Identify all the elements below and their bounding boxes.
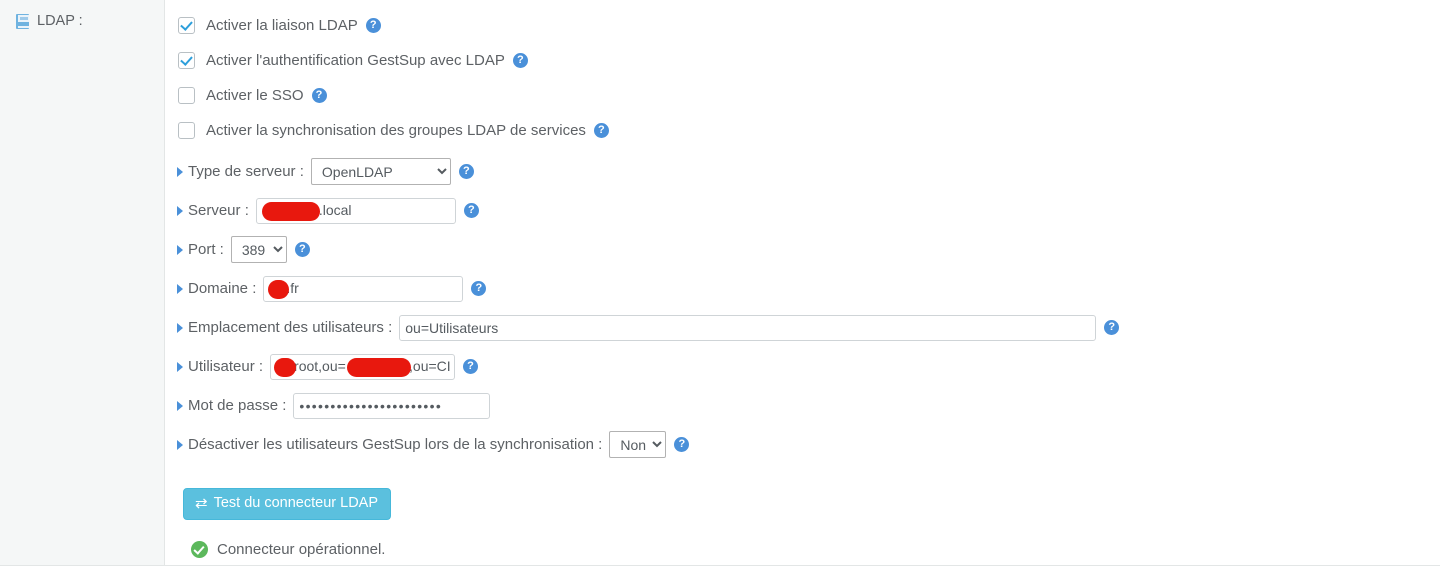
checkbox-row-enable-sso: Activer le SSO ? (177, 78, 1440, 113)
ldap-settings-form: Activer la liaison LDAP ? Activer l'auth… (165, 0, 1440, 565)
checkbox-enable-group-sync[interactable] (178, 122, 195, 139)
select-server-type[interactable]: OpenLDAP (310, 158, 451, 185)
field-label-port: Port : (188, 241, 224, 258)
checkbox-label-enable-group-sync: Activer la synchronisation des groupes L… (206, 122, 586, 139)
field-label-server: Serveur : (188, 202, 249, 219)
help-icon-enable-sso[interactable]: ? (311, 88, 327, 103)
select-port[interactable]: 389 (230, 236, 287, 263)
checkbox-row-enable-gestsup-auth: Activer l'authentification GestSup avec … (177, 43, 1440, 78)
section-label-column: LDAP : (0, 0, 165, 565)
section-title: LDAP : (37, 13, 83, 29)
checkbox-enable-gestsup-auth[interactable] (178, 52, 195, 69)
checkbox-enable-sso[interactable] (178, 87, 195, 104)
help-icon-enable-gestsup-auth[interactable]: ? (512, 53, 528, 68)
ldap-book-icon (16, 13, 30, 29)
caret-right-icon (177, 439, 183, 450)
field-label-password: Mot de passe : (188, 397, 287, 414)
field-row-port: Port : 389 ? (177, 230, 1440, 269)
field-label-domain: Domaine : (188, 280, 257, 297)
connector-status-text: Connecteur opérationnel. (217, 541, 386, 558)
help-icon-enable-group-sync[interactable]: ? (593, 123, 609, 138)
help-icon-enable-ldap-binding[interactable]: ? (365, 18, 381, 33)
help-icon-user[interactable]: ? (463, 359, 479, 374)
caret-right-icon (177, 400, 183, 411)
help-icon-server[interactable]: ? (463, 203, 479, 218)
test-ldap-connector-label: Test du connecteur LDAP (213, 495, 379, 512)
checkbox-row-enable-group-sync: Activer la synchronisation des groupes L… (177, 113, 1440, 148)
test-button-container: ⇄ Test du connecteur LDAP (177, 464, 1440, 520)
field-row-password: Mot de passe : (177, 386, 1440, 425)
caret-right-icon (177, 322, 183, 333)
input-user-location[interactable] (399, 314, 1097, 341)
select-disable-users[interactable]: Non (609, 431, 667, 458)
checkbox-enable-ldap-binding[interactable] (178, 17, 195, 34)
check-circle-icon (191, 541, 208, 558)
help-icon-server-type[interactable]: ? (458, 164, 474, 179)
caret-right-icon (177, 283, 183, 294)
caret-right-icon (177, 166, 183, 177)
swap-arrows-icon: ⇄ (195, 495, 208, 512)
input-user[interactable] (270, 353, 456, 380)
help-icon-user-location[interactable]: ? (1104, 320, 1120, 335)
field-row-domain: Domaine : .fr ? (177, 269, 1440, 308)
checkbox-label-enable-ldap-binding: Activer la liaison LDAP (206, 17, 358, 34)
field-label-server-type: Type de serveur : (188, 163, 304, 180)
input-server[interactable] (255, 197, 456, 224)
field-label-user: Utilisateur : (188, 358, 264, 375)
checkbox-label-enable-gestsup-auth: Activer l'authentification GestSup avec … (206, 52, 505, 69)
help-icon-domain[interactable]: ? (471, 281, 487, 296)
connector-status: Connecteur opérationnel. (191, 541, 1440, 558)
field-row-server: Serveur : .local ? (177, 191, 1440, 230)
caret-right-icon (177, 244, 183, 255)
caret-right-icon (177, 205, 183, 216)
help-icon-disable-users[interactable]: ? (674, 437, 690, 452)
checkbox-label-enable-sso: Activer le SSO (206, 87, 304, 104)
field-row-disable-users: Désactiver les utilisateurs GestSup lors… (177, 425, 1440, 464)
field-row-server-type: Type de serveur : OpenLDAP ? (177, 152, 1440, 191)
test-ldap-connector-button[interactable]: ⇄ Test du connecteur LDAP (183, 488, 392, 520)
input-password[interactable] (293, 392, 491, 419)
field-row-user: Utilisateur : root,ou= ,ou=CI ? (177, 347, 1440, 386)
field-row-user-location: Emplacement des utilisateurs : ? (177, 308, 1440, 347)
ldap-settings-row: LDAP : Activer la liaison LDAP ? Activer… (0, 0, 1440, 566)
checkbox-row-enable-ldap-binding: Activer la liaison LDAP ? (177, 8, 1440, 43)
field-label-disable-users: Désactiver les utilisateurs GestSup lors… (188, 436, 603, 453)
caret-right-icon (177, 361, 183, 372)
help-icon-port[interactable]: ? (294, 242, 310, 257)
field-label-user-location: Emplacement des utilisateurs : (188, 319, 393, 336)
input-domain[interactable] (263, 275, 464, 302)
